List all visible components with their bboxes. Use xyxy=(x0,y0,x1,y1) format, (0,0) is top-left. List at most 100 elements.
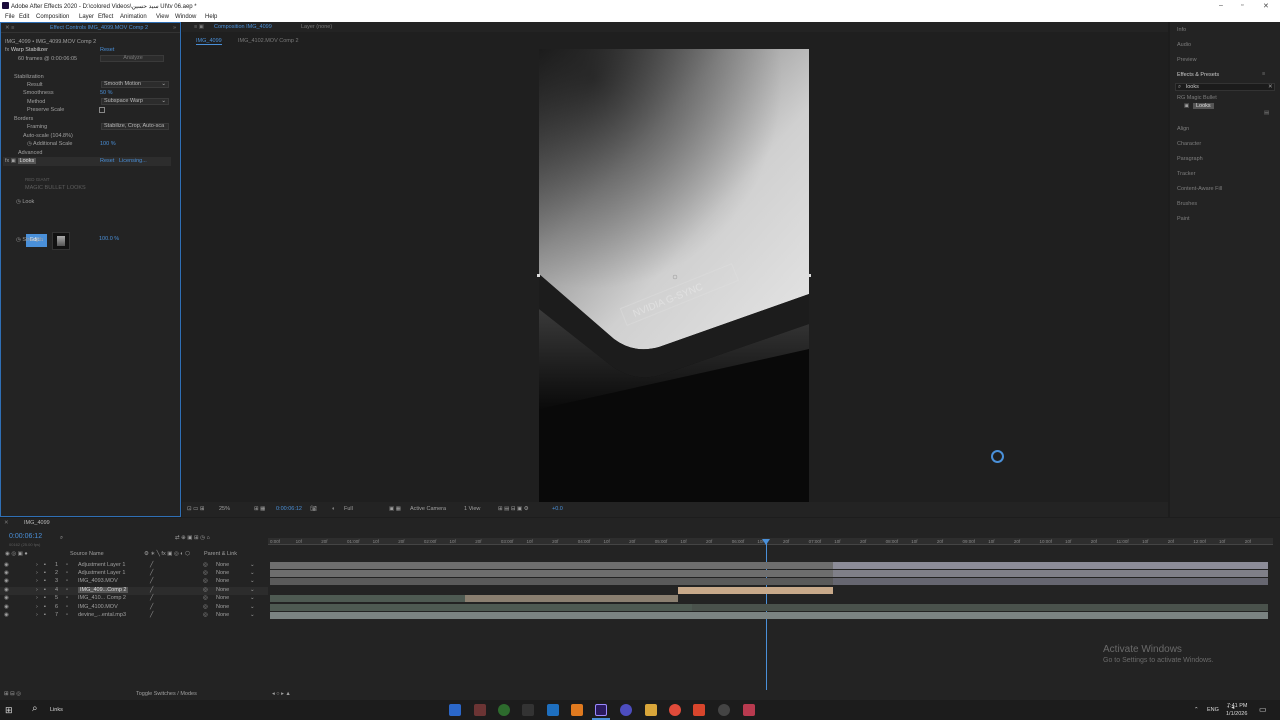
panel-audio[interactable]: Audio xyxy=(1177,42,1191,48)
layer-duration-bar[interactable] xyxy=(833,562,1268,569)
advanced-group[interactable]: Advanced xyxy=(18,150,42,156)
parent-dropdown[interactable]: None xyxy=(216,562,229,568)
layer-switches-icon[interactable]: ╱ xyxy=(150,604,153,610)
taskbar-app-icon-13[interactable] xyxy=(743,704,755,716)
minimize-icon[interactable]: – xyxy=(1219,2,1223,9)
layer-duration-bar[interactable] xyxy=(270,570,833,577)
expand-arrow-icon[interactable]: › xyxy=(36,578,38,584)
taskbar-app-icon-8[interactable] xyxy=(620,704,632,716)
parent-pickwhip-icon[interactable]: ◎ xyxy=(203,562,208,568)
menu-edit[interactable]: Edit xyxy=(19,14,29,20)
layer-name[interactable]: IMG_4093.MOV xyxy=(78,578,118,584)
panel-align[interactable]: Align xyxy=(1177,126,1189,132)
timeline-switches-icons[interactable]: ⇄ ⊕ ▣ ⊞ ◷ ⌂ xyxy=(175,535,210,541)
result-dropdown[interactable]: Smooth Motion ⌄ xyxy=(101,81,169,88)
language-indicator[interactable]: ENG xyxy=(1207,707,1219,713)
layer-duration-bar[interactable] xyxy=(833,578,1268,585)
search-icon[interactable]: ⌕ xyxy=(32,703,38,714)
windows-start-icon[interactable]: ⊞ xyxy=(5,705,13,716)
panel-tracker[interactable]: Tracker xyxy=(1177,171,1195,177)
camera-dropdown[interactable]: Active Camera xyxy=(410,506,446,512)
menu-help[interactable]: Help xyxy=(205,14,217,20)
eye-icon[interactable]: ◉ xyxy=(4,612,9,618)
taskbar-app-icon-1[interactable] xyxy=(449,704,461,716)
parent-dropdown[interactable]: None xyxy=(216,587,229,593)
camera-snapshot-icon[interactable]: 📷︎ xyxy=(310,506,317,512)
effects-folder-rg[interactable]: RG Magic Bullet xyxy=(1177,95,1217,101)
panel-content-aware-fill[interactable]: Content-Aware Fill xyxy=(1177,186,1222,192)
clock-time[interactable]: 7:41 PM xyxy=(1227,703,1247,709)
label-color-icon[interactable]: ▪ xyxy=(44,570,46,576)
framing-dropdown[interactable]: Stabilize, Crop, Auto-sca xyxy=(101,123,169,130)
timeline-footer-icons[interactable]: ⊞ ⊟ ◎ xyxy=(4,691,21,697)
toggle-switches-modes[interactable]: Toggle Switches / Modes xyxy=(136,691,197,697)
parent-pickwhip-icon[interactable]: ◎ xyxy=(203,578,208,584)
layer-row[interactable]: ◉ › ▪ 2 ▫ Adjustment Layer 1 ╱ ◎ None ⌄ xyxy=(0,570,268,578)
parent-pickwhip-icon[interactable]: ◎ xyxy=(203,604,208,610)
eye-icon[interactable]: ◉ xyxy=(4,562,9,568)
viewer-tools-icon[interactable]: ⊡ ▭ ⊞ xyxy=(187,506,204,512)
strength-value[interactable]: 100.0 % xyxy=(99,236,119,242)
taskbar-search-label[interactable]: Links xyxy=(50,707,63,713)
anchor-handle-right[interactable] xyxy=(808,274,811,277)
expand-arrow-icon[interactable]: › xyxy=(36,595,38,601)
layer-row[interactable]: ◉ › ▪ 7 ▫ devine_...ental.mp3 ╱ ◎ None ⌄ xyxy=(0,612,268,620)
parent-dropdown[interactable]: None xyxy=(216,595,229,601)
parent-pickwhip-icon[interactable]: ◎ xyxy=(203,570,208,576)
parent-pickwhip-icon[interactable]: ◎ xyxy=(203,595,208,601)
taskbar-after-effects-icon[interactable] xyxy=(595,704,607,716)
label-color-icon[interactable]: ▪ xyxy=(44,578,46,584)
menu-composition[interactable]: Composition xyxy=(36,14,69,20)
looks-licensing-link[interactable]: Licensing... xyxy=(119,158,147,164)
layer-row[interactable]: ◉ › ▪ 5 ▫ IMG_410... Comp 2 ╱ ◎ None ⌄ xyxy=(0,595,268,603)
menu-file[interactable]: File xyxy=(5,14,15,20)
taskbar-xbox-icon[interactable] xyxy=(498,704,510,716)
eye-icon[interactable]: ◉ xyxy=(4,578,9,584)
layer-switches-icon[interactable]: ╱ xyxy=(150,570,153,576)
color-channel-icon[interactable]: ◐ xyxy=(332,506,335,512)
layer-duration-bar[interactable] xyxy=(270,612,1268,619)
taskbar-app-icon-4[interactable] xyxy=(522,704,534,716)
parent-dropdown[interactable]: None xyxy=(216,604,229,610)
clear-search-icon[interactable]: ✕ xyxy=(1268,84,1273,90)
panel-character[interactable]: Character xyxy=(1177,141,1201,147)
panel-preview[interactable]: Preview xyxy=(1177,57,1197,63)
region-of-interest-icon[interactable]: ▣ ▦ xyxy=(389,506,401,512)
timeline-comp-tab[interactable]: IMG_4099 xyxy=(24,520,50,526)
layer-duration-bar[interactable] xyxy=(833,570,1268,577)
label-color-icon[interactable]: ▪ xyxy=(44,612,46,618)
layer-row[interactable]: ◉ › ▪ 1 ▫ Adjustment Layer 1 ╱ ◎ None ⌄ xyxy=(0,562,268,570)
close-icon[interactable]: ✕ xyxy=(1263,2,1269,10)
notifications-icon[interactable]: ▭ xyxy=(1259,705,1267,714)
taskbar-app-icon-6[interactable] xyxy=(571,704,583,716)
menu-layer[interactable]: Layer xyxy=(79,14,94,20)
effects-search-input[interactable]: ⌕ looks ✕ xyxy=(1175,83,1275,91)
layer-row[interactable]: ◉ › ▪ 4 ▫ IMG_409...Comp 2 ╱ ◎ None ⌄ xyxy=(0,587,268,595)
toggle-icons[interactable]: ⊞ ▤ ⊟ ▣ ⚙ xyxy=(498,506,529,512)
panel-info[interactable]: Info xyxy=(1177,27,1186,33)
zoom-dropdown[interactable]: 25% xyxy=(219,506,230,512)
effects-item-looks[interactable]: ▣ Looks xyxy=(1184,103,1222,110)
layer-name[interactable]: Adjustment Layer 1 xyxy=(78,562,125,568)
tray-chevron-icon[interactable]: ⌃ xyxy=(1194,707,1199,713)
fx-warp-toggle[interactable]: fx Warp Stabilizer xyxy=(5,47,48,53)
panel-menu-icon[interactable]: ✕ ≡ xyxy=(5,25,14,31)
composition-frame[interactable]: NVIDIA G-SYNC xyxy=(539,49,809,502)
grid-icon[interactable]: ⊞ ▦ xyxy=(254,506,265,512)
taskbar-app-icon-2[interactable] xyxy=(474,704,486,716)
layer-name[interactable]: IMG_410... Comp 2 xyxy=(78,595,126,601)
expand-arrow-icon[interactable]: › xyxy=(36,612,38,618)
composition-panel-menu-icon[interactable]: ≡ ▣ xyxy=(194,24,204,30)
eye-icon[interactable]: ◉ xyxy=(4,604,9,610)
taskbar-file-explorer-icon[interactable] xyxy=(645,704,657,716)
label-color-icon[interactable]: ▪ xyxy=(44,587,46,593)
eye-icon[interactable]: ◉ xyxy=(4,595,9,601)
stabilization-group[interactable]: Stabilization xyxy=(14,74,44,80)
layer-duration-bar[interactable] xyxy=(692,604,1268,611)
menu-view[interactable]: View xyxy=(156,14,169,20)
borders-group[interactable]: Borders xyxy=(14,116,33,122)
panel-overflow-icon[interactable]: » xyxy=(173,25,176,31)
effects-menu-icon[interactable]: ≡ xyxy=(1262,71,1265,77)
parent-pickwhip-icon[interactable]: ◎ xyxy=(203,587,208,593)
layer-switches-icon[interactable]: ╱ xyxy=(150,595,153,601)
